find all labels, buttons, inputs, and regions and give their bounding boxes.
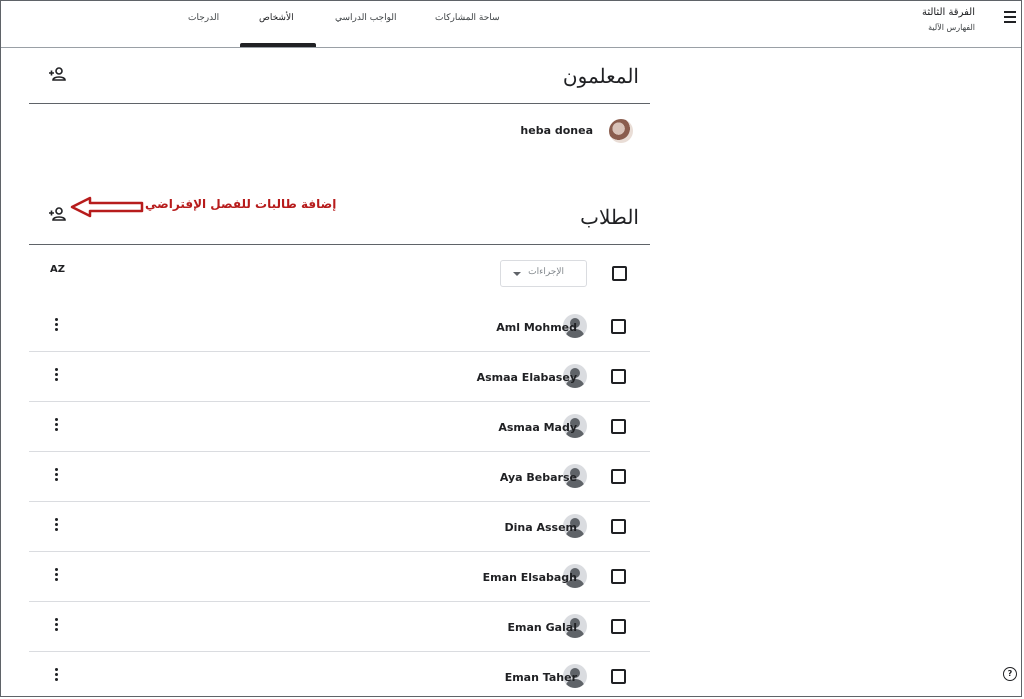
student-name: Eman Taher bbox=[504, 671, 577, 684]
teachers-divider bbox=[29, 103, 650, 104]
student-checkbox[interactable] bbox=[611, 619, 626, 634]
student-row[interactable]: Aml Mohmed bbox=[29, 302, 650, 352]
more-vert-icon[interactable] bbox=[55, 318, 58, 332]
student-checkbox[interactable] bbox=[611, 319, 626, 334]
teacher-avatar bbox=[609, 119, 633, 143]
student-name: Dina Assem bbox=[504, 521, 577, 534]
student-name: Aya Bebarse bbox=[499, 471, 577, 484]
class-title[interactable]: الفرقة الثالثة bbox=[922, 7, 975, 18]
annotation-label: إضافة طالبات للفصل الإفتراضي bbox=[145, 197, 337, 211]
more-vert-icon[interactable] bbox=[55, 368, 58, 382]
chevron-down-icon bbox=[513, 272, 521, 276]
student-checkbox[interactable] bbox=[611, 419, 626, 434]
teacher-name: heba donea bbox=[520, 124, 593, 137]
student-name: Asmaa Elabasey bbox=[476, 371, 577, 384]
student-checkbox[interactable] bbox=[611, 669, 626, 684]
students-divider bbox=[29, 244, 650, 245]
more-vert-icon[interactable] bbox=[55, 668, 58, 682]
student-name: Eman Galal bbox=[507, 621, 577, 634]
tab-grades[interactable]: الدرجات bbox=[188, 13, 219, 23]
add-person-icon[interactable] bbox=[48, 67, 66, 81]
student-row[interactable]: Aya Bebarse bbox=[29, 452, 650, 502]
student-row[interactable]: Asmaa Elabasey bbox=[29, 352, 650, 402]
actions-dropdown[interactable]: الإجراءات bbox=[500, 260, 587, 287]
active-tab-indicator bbox=[240, 43, 316, 47]
more-vert-icon[interactable] bbox=[55, 618, 58, 632]
student-row[interactable]: Eman Elsabagh bbox=[29, 552, 650, 602]
tab-people[interactable]: الأشخاص bbox=[259, 13, 294, 23]
more-vert-icon[interactable] bbox=[55, 418, 58, 432]
teachers-heading: المعلمون bbox=[562, 64, 639, 88]
arrow-icon bbox=[70, 196, 144, 218]
menu-icon[interactable] bbox=[1004, 11, 1016, 23]
students-heading: الطلاب bbox=[580, 205, 639, 229]
student-name: Asmaa Mady bbox=[498, 421, 577, 434]
actions-label: الإجراءات bbox=[528, 267, 564, 277]
student-row[interactable]: Eman Taher bbox=[29, 652, 650, 697]
class-subtitle: الفهارس الآلية bbox=[928, 23, 975, 32]
tab-stream[interactable]: ساحة المشاركات bbox=[435, 13, 500, 23]
student-checkbox[interactable] bbox=[611, 569, 626, 584]
add-student-icon[interactable] bbox=[48, 207, 66, 221]
top-bar: الفرقة الثالثة الفهارس الآلية ساحة المشا… bbox=[1, 1, 1021, 48]
more-vert-icon[interactable] bbox=[55, 468, 58, 482]
student-checkbox[interactable] bbox=[611, 469, 626, 484]
student-name: Aml Mohmed bbox=[496, 321, 577, 334]
select-all-checkbox[interactable] bbox=[612, 266, 627, 281]
help-icon[interactable]: ? bbox=[1003, 667, 1017, 681]
student-row[interactable]: Asmaa Mady bbox=[29, 402, 650, 452]
student-row[interactable]: Dina Assem bbox=[29, 502, 650, 552]
tab-classwork[interactable]: الواجب الدراسي bbox=[335, 13, 397, 23]
more-vert-icon[interactable] bbox=[55, 568, 58, 582]
student-checkbox[interactable] bbox=[611, 519, 626, 534]
student-row[interactable]: Eman Galal bbox=[29, 602, 650, 652]
sort-az-icon[interactable]: AZ bbox=[50, 264, 65, 275]
more-vert-icon[interactable] bbox=[55, 518, 58, 532]
student-name: Eman Elsabagh bbox=[482, 571, 577, 584]
student-checkbox[interactable] bbox=[611, 369, 626, 384]
